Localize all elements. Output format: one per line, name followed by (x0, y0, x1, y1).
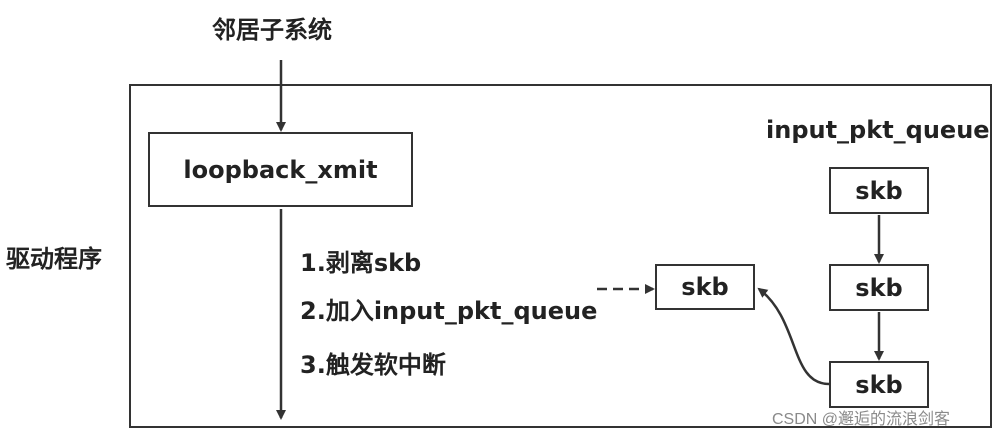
watermark: CSDN @邂逅的流浪剑客 (772, 411, 951, 428)
edge-q3-to-skb-curve (757, 287, 830, 386)
edges-layer (276, 60, 884, 420)
